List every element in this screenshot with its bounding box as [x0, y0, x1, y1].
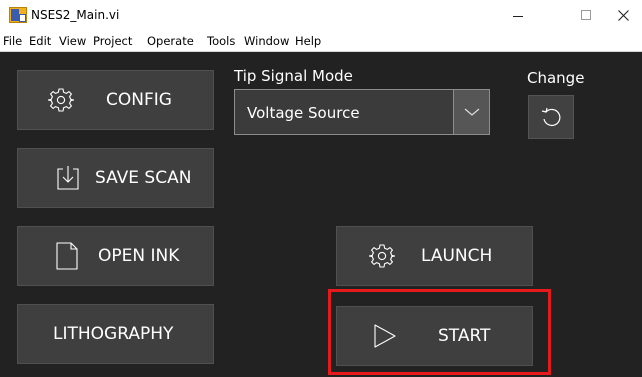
config-button[interactable]: CONFIG — [17, 70, 214, 130]
menu-file[interactable]: File — [3, 34, 22, 48]
document-icon — [56, 242, 78, 270]
close-button[interactable] — [605, 0, 642, 30]
maximize-icon — [581, 10, 591, 20]
start-highlight-box — [328, 289, 551, 375]
lithography-label: LITHOGRAPHY — [53, 324, 174, 344]
gear-icon — [369, 244, 395, 268]
menu-tools[interactable]: Tools — [207, 34, 235, 48]
open-ink-label: OPEN INK — [98, 246, 180, 266]
tip-signal-mode-value: Voltage Source — [247, 104, 360, 122]
lithography-button[interactable]: LITHOGRAPHY — [17, 304, 214, 364]
change-button[interactable] — [528, 95, 574, 139]
menu-edit[interactable]: Edit — [29, 34, 51, 48]
gear-icon — [48, 88, 74, 112]
download-icon — [57, 166, 79, 190]
title-bar: NSES2_Main.vi — [0, 0, 642, 30]
minimize-icon — [513, 15, 523, 17]
tip-signal-mode-label: Tip Signal Mode — [234, 67, 353, 85]
menu-operate[interactable]: Operate — [147, 34, 194, 48]
change-label: Change — [527, 69, 585, 87]
maximize-button[interactable] — [563, 0, 609, 30]
chevron-down-icon — [464, 108, 479, 116]
save-scan-button[interactable]: SAVE SCAN — [17, 148, 214, 208]
launch-label: LAUNCH — [421, 246, 493, 266]
undo-icon — [541, 107, 561, 127]
minimize-button[interactable] — [495, 0, 541, 30]
close-icon — [618, 9, 629, 21]
tip-signal-mode-dropdown[interactable]: Voltage Source — [234, 89, 490, 135]
launch-button[interactable]: LAUNCH — [336, 226, 533, 286]
config-label: CONFIG — [106, 90, 172, 110]
labview-app-icon — [9, 7, 27, 23]
save-scan-label: SAVE SCAN — [95, 168, 192, 188]
open-ink-button[interactable]: OPEN INK — [17, 226, 214, 286]
menu-window[interactable]: Window — [244, 34, 289, 48]
menu-help[interactable]: Help — [295, 34, 321, 48]
dropdown-toggle[interactable] — [453, 90, 489, 134]
window-title: NSES2_Main.vi — [31, 8, 120, 22]
menu-view[interactable]: View — [59, 34, 86, 48]
menu-project[interactable]: Project — [93, 34, 132, 48]
menu-bar: File Edit View Project Operate Tools Win… — [0, 31, 642, 52]
